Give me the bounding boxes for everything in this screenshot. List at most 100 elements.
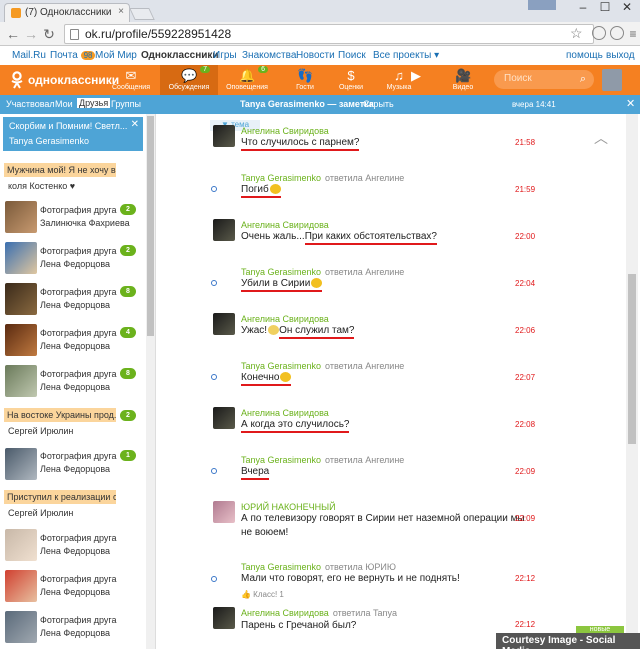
message-time: 21:59	[515, 185, 536, 194]
extension-icon[interactable]	[592, 26, 606, 40]
photo-title: Фотография друга	[40, 205, 117, 215]
chevron-up-icon[interactable]: ︿	[594, 128, 608, 148]
message-text: Убили в Сирии	[241, 278, 323, 292]
photo-title: Фотография друга	[40, 615, 117, 625]
scrollbar-thumb[interactable]	[147, 116, 154, 336]
avatar[interactable]	[213, 125, 235, 147]
video-camera-icon: 🎥	[455, 68, 472, 83]
comment-count-badge: 2	[120, 245, 136, 256]
comment-count-badge: 1	[120, 450, 136, 461]
browser-tab[interactable]: (7) Одноклассники ×	[4, 3, 130, 22]
message-time: 22:07	[515, 373, 536, 382]
bell-icon: 🔔	[239, 68, 256, 83]
message-time: 22:09	[515, 467, 536, 476]
friend-photo-thumbnail[interactable]	[5, 365, 37, 397]
filter-participated[interactable]: Участвовал	[6, 99, 55, 109]
menu-icon[interactable]: ≡	[624, 25, 640, 43]
reload-icon[interactable]: ↻	[40, 25, 58, 43]
nav-notifications[interactable]: 🔔 Оповещения 6	[218, 65, 276, 95]
avatar[interactable]	[213, 501, 235, 523]
message-time: 22:06	[515, 326, 536, 335]
friend-photo-thumbnail[interactable]	[5, 201, 37, 233]
sidebar-scrollbar[interactable]	[146, 114, 155, 649]
nav-video[interactable]: 🎥 Видео	[434, 65, 492, 95]
search-input[interactable]: Поиск ⌕	[494, 70, 594, 89]
message-author[interactable]: Ангелина Свиридова	[241, 220, 329, 230]
shocked-emoji-icon	[268, 325, 280, 336]
portal-bar: Mail.Ru Почта 98 Мой Мир Одноклассники И…	[0, 47, 640, 65]
comment-count-badge: 8	[120, 368, 136, 379]
chat-scrollbar[interactable]	[626, 114, 638, 649]
message-author[interactable]: Ангелина Свиридова	[241, 314, 329, 324]
scrollbar-thumb[interactable]	[628, 274, 636, 444]
like-button[interactable]: 👍 Класс! 1	[241, 590, 284, 599]
minimize-button[interactable]: –	[572, 0, 594, 14]
message-author[interactable]: Ангелина Свиридова	[241, 408, 329, 418]
friend-photo-thumbnail[interactable]	[5, 570, 37, 602]
link-dating[interactable]: Знакомства	[242, 50, 296, 61]
link-news[interactable]: Новости	[296, 50, 335, 61]
filter-groups[interactable]: Группы	[111, 99, 141, 109]
bookmark-star-icon[interactable]: ☆	[570, 25, 583, 42]
maximize-button[interactable]: ☐	[594, 0, 616, 14]
back-icon[interactable]: ←	[4, 25, 22, 43]
extension-icon[interactable]	[610, 26, 624, 40]
new-tab-button[interactable]	[129, 8, 155, 20]
friend-photo-thumbnail[interactable]	[5, 242, 37, 274]
link-search[interactable]: Поиск	[338, 50, 366, 61]
message-text: Вчера	[241, 466, 270, 480]
link-mymir[interactable]: Мой Мир	[95, 50, 137, 61]
message-author[interactable]: Tanya Gerasimenko ответила Ангелине	[241, 173, 404, 183]
link-logout[interactable]: выход	[606, 50, 635, 61]
topic-title[interactable]: Приступил к реализации с...	[4, 490, 116, 504]
ok-logo-icon[interactable]	[9, 71, 25, 89]
user-avatar[interactable]	[602, 69, 622, 91]
message-text: Мали что говорят, его не вернуть и не по…	[241, 573, 460, 584]
rating-icon: $	[347, 68, 355, 83]
friend-photo-thumbnail[interactable]	[5, 448, 37, 480]
friend-photo-thumbnail[interactable]	[5, 611, 37, 643]
link-all-projects[interactable]: Все проекты ▾	[373, 50, 439, 61]
tab-close-icon[interactable]: ×	[118, 6, 124, 17]
comment-count-badge: 2	[120, 410, 136, 421]
close-window-button[interactable]: ✕	[616, 0, 638, 14]
link-mailru[interactable]: Mail.Ru	[12, 50, 46, 61]
topic-title[interactable]: На востоке Украины прод...	[4, 408, 116, 422]
search-icon[interactable]: ⌕	[580, 73, 586, 86]
message-author[interactable]: Tanya Gerasimenko ответила Ангелине	[241, 455, 404, 465]
message-author[interactable]: Tanya Gerasimenko ответила Ангелине	[241, 361, 404, 371]
friend-photo-thumbnail[interactable]	[5, 283, 37, 315]
message-author[interactable]: Ангелина Свиридова	[241, 126, 329, 136]
message-author[interactable]: Tanya Gerasimenko ответила ЮРИЮ	[241, 562, 396, 572]
forward-icon[interactable]: →	[22, 25, 40, 43]
crying-emoji-icon	[269, 184, 281, 195]
condolence-topic[interactable]: Скорбим и Помним! Светл... Tanya Gerasim…	[3, 117, 143, 151]
friend-photo-thumbnail[interactable]	[5, 529, 37, 561]
avatar[interactable]	[213, 219, 235, 241]
play-button[interactable]: ▶	[406, 65, 426, 95]
address-bar[interactable]: ok.ru/profile/559228951428	[64, 24, 594, 44]
hide-link[interactable]: Скрыть	[363, 99, 394, 109]
message-author[interactable]: Tanya Gerasimenko ответила Ангелине	[241, 267, 404, 277]
close-discussion-icon[interactable]: ✕	[626, 97, 635, 110]
nav-discussions[interactable]: 💬 Обсуждения 7	[160, 65, 218, 95]
nav-messages[interactable]: ✉ Сообщения	[102, 65, 160, 95]
filter-mine[interactable]: Мои	[55, 99, 73, 109]
link-games[interactable]: Игры	[213, 50, 237, 61]
link-odnoklassniki[interactable]: Одноклассники	[141, 50, 219, 61]
image-credit: Courtesy Image - Social Media	[496, 633, 640, 657]
close-icon[interactable]: ✕	[131, 119, 139, 130]
topic-title[interactable]: Мужчина мой! Я не хочу в...	[4, 163, 116, 177]
link-help[interactable]: помощь	[566, 50, 603, 61]
message-author[interactable]: Ангелина Свиридова ответила Tanya	[241, 608, 397, 618]
profile-chip[interactable]	[528, 0, 556, 10]
avatar[interactable]	[213, 407, 235, 429]
avatar[interactable]	[213, 313, 235, 335]
friend-photo-thumbnail[interactable]	[5, 324, 37, 356]
message-author[interactable]: ЮРИЙ НАКОНЕЧНЫЙ	[241, 502, 336, 512]
avatar[interactable]	[213, 607, 235, 629]
filter-friends[interactable]: Друзья	[77, 98, 111, 108]
link-mail[interactable]: Почта 98	[50, 50, 96, 61]
message-text: Очень жаль...При каких обстоятельствах?	[241, 231, 437, 245]
discussions-badge: 7	[200, 66, 210, 73]
